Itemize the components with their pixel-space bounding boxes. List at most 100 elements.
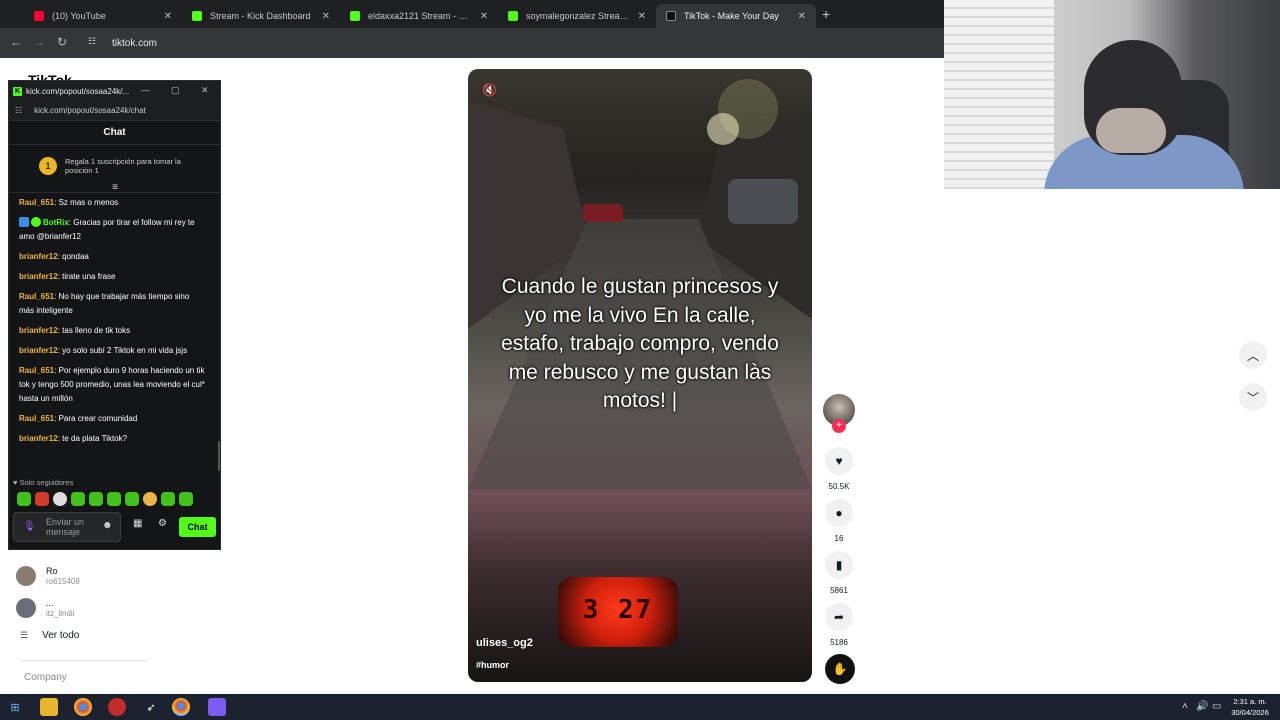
chat-input[interactable]: 🎙 Enviar un mensaje ☻ xyxy=(13,512,121,542)
chat-username[interactable]: Raul_651 xyxy=(19,414,54,423)
network-icon[interactable]: ▭ xyxy=(1212,701,1221,712)
editor-app-icon[interactable] xyxy=(208,698,226,716)
emote-icon[interactable] xyxy=(161,492,175,506)
gear-icon[interactable]: ⚙ xyxy=(158,518,167,529)
close-icon[interactable]: ✕ xyxy=(480,11,488,22)
close-icon[interactable]: ✕ xyxy=(322,11,330,22)
followers-only-notice: ♥ Solo seguidores xyxy=(13,478,74,487)
chat-message: brianfer12: yo solo subí 2 Tiktok en mi … xyxy=(19,346,188,355)
recording-app-icon[interactable] xyxy=(108,698,126,716)
file-explorer-icon[interactable] xyxy=(40,698,58,716)
close-icon[interactable]: ✕ xyxy=(638,11,646,22)
chat-username[interactable]: brianfer12 xyxy=(19,434,58,443)
chevron-down-icon: ﹀ xyxy=(1246,390,1259,405)
see-all-link[interactable]: ☰ Ver todo xyxy=(20,630,79,641)
popout-address-bar[interactable]: ☷ kick.com/popout/sosaa24k/chat xyxy=(9,101,220,121)
address-bar[interactable]: ☷ tiktok.com xyxy=(80,32,938,54)
chat-username[interactable]: brianfer12 xyxy=(19,346,58,355)
mute-icon[interactable]: 🔇 xyxy=(482,83,497,97)
microphone-icon[interactable]: 🎙 xyxy=(23,521,36,532)
next-video-button[interactable]: ﹀ xyxy=(1239,383,1267,411)
forward-icon[interactable]: → xyxy=(33,35,45,49)
tiktok-icon xyxy=(666,11,676,21)
emote-icon[interactable] xyxy=(53,492,67,506)
back-icon[interactable]: ← xyxy=(10,35,22,49)
close-icon[interactable]: ✕ xyxy=(798,11,806,22)
close-icon[interactable]: ✕ xyxy=(164,11,172,22)
reload-icon[interactable]: ↻ xyxy=(57,35,67,49)
following-name: Ro xyxy=(46,565,58,576)
heart-icon: ♥ xyxy=(835,454,843,468)
chat-text: te da plata Tiktok? xyxy=(62,434,128,443)
chat-message: Raul_651: Sz mas o menos xyxy=(19,198,119,207)
following-item[interactable]: ... itz_lindii xyxy=(16,592,216,624)
chrome-icon[interactable] xyxy=(74,698,92,716)
show-hidden-icons-icon[interactable]: ˄ xyxy=(1182,701,1188,712)
chat-username[interactable]: brianfer12 xyxy=(19,272,58,281)
gift-sub-banner[interactable]: 1 Regala 1 suscripción para tomar la pos… xyxy=(9,145,220,193)
chevron-up-icon: ︿ xyxy=(1246,348,1259,363)
chat-username[interactable]: brianfer12 xyxy=(19,326,58,335)
new-tab-button[interactable]: + xyxy=(822,6,830,22)
chat-username[interactable]: Raul_651 xyxy=(19,198,54,207)
system-clock[interactable]: 2:31 a. m. 30/04/2026 xyxy=(1226,696,1274,718)
save-count: 5861 xyxy=(830,586,848,595)
windows-taskbar: ⊞ ➶ ˄ 🔊 ▭ 2:31 a. m. 30/04/2026 xyxy=(0,694,1280,720)
following-list: Ro ro615408 ... itz_lindii xyxy=(16,560,216,624)
emote-icon[interactable] xyxy=(89,492,103,506)
site-settings-icon: ☷ xyxy=(15,106,23,115)
chat-scrollbar[interactable] xyxy=(218,441,220,471)
minimize-icon[interactable]: — xyxy=(141,85,150,95)
windows-start-icon[interactable]: ⊞ xyxy=(6,698,24,716)
video-author[interactable]: ulises_og2 xyxy=(476,637,533,649)
tab-eldaxxa-stream[interactable]: eldaxxa2121 Stream - Watch Li ✕ xyxy=(340,4,498,28)
send-chat-button[interactable]: Chat xyxy=(179,517,216,537)
chrome-icon[interactable] xyxy=(172,698,190,716)
share-button[interactable]: ➦ xyxy=(825,603,853,631)
emote-icon[interactable] xyxy=(125,492,139,506)
chat-username[interactable]: Raul_651 xyxy=(19,366,54,375)
volume-icon[interactable]: 🔊 xyxy=(1196,701,1208,712)
close-icon[interactable]: ✕ xyxy=(201,85,209,96)
bookmark-icon: ▮ xyxy=(835,558,843,572)
kick-icon xyxy=(508,11,518,21)
cursor-app-icon[interactable]: ➶ xyxy=(142,698,160,716)
chat-messages: Raul_651: Sz mas o menos BotRix: Gracias… xyxy=(9,196,214,476)
emote-icon[interactable] xyxy=(107,492,121,506)
popout-url: kick.com/popout/sosaa24k/chat xyxy=(34,106,146,115)
chat-username[interactable]: BotRix xyxy=(43,218,69,227)
chat-username[interactable]: Raul_651 xyxy=(19,292,54,301)
avatar xyxy=(16,598,36,618)
tab-youtube[interactable]: (10) YouTube ✕ xyxy=(24,4,182,28)
chat-message: brianfer12: qondaa xyxy=(19,252,89,261)
pinned-collapse-icon[interactable]: ≡ xyxy=(109,183,121,193)
emote-bar xyxy=(17,492,193,506)
emote-icon[interactable] xyxy=(35,492,49,506)
video-player[interactable]: 🔇 Cuando le gustan princesos y yo me la … xyxy=(468,69,812,682)
emoji-icon[interactable]: ☻ xyxy=(102,520,113,531)
kick-icon xyxy=(350,11,360,21)
emote-icon[interactable] xyxy=(179,492,193,506)
emote-icon[interactable] xyxy=(17,492,31,506)
video-hashtag[interactable]: #humor xyxy=(476,660,509,670)
hand-icon[interactable]: ✋ xyxy=(825,654,855,684)
chat-username[interactable]: brianfer12 xyxy=(19,252,58,261)
like-button[interactable]: ♥ xyxy=(825,447,853,475)
maximize-icon[interactable]: ▢ xyxy=(171,85,180,96)
tab-soymale-stream[interactable]: soymalegonzalez Stream - Wat ✕ xyxy=(498,4,656,28)
emote-icon[interactable] xyxy=(143,492,157,506)
follow-plus-icon[interactable]: + xyxy=(832,419,846,433)
tab-kick-dashboard[interactable]: Stream - Kick Dashboard ✕ xyxy=(182,4,340,28)
tab-tiktok[interactable]: TikTok - Make Your Day ✕ xyxy=(656,4,816,28)
kick-icon: K xyxy=(13,86,22,96)
store-icon[interactable]: ▦ xyxy=(133,518,142,529)
save-button[interactable]: ▮ xyxy=(825,551,853,579)
emote-icon[interactable] xyxy=(71,492,85,506)
previous-video-button[interactable]: ︿ xyxy=(1239,341,1267,369)
window-blinds xyxy=(944,0,1054,189)
site-settings-icon[interactable]: ☷ xyxy=(88,36,102,50)
address-text: tiktok.com xyxy=(112,37,158,49)
comment-button[interactable]: ● xyxy=(825,499,853,527)
following-item[interactable]: Ro ro615408 xyxy=(16,560,216,592)
company-link[interactable]: Company xyxy=(24,672,67,683)
